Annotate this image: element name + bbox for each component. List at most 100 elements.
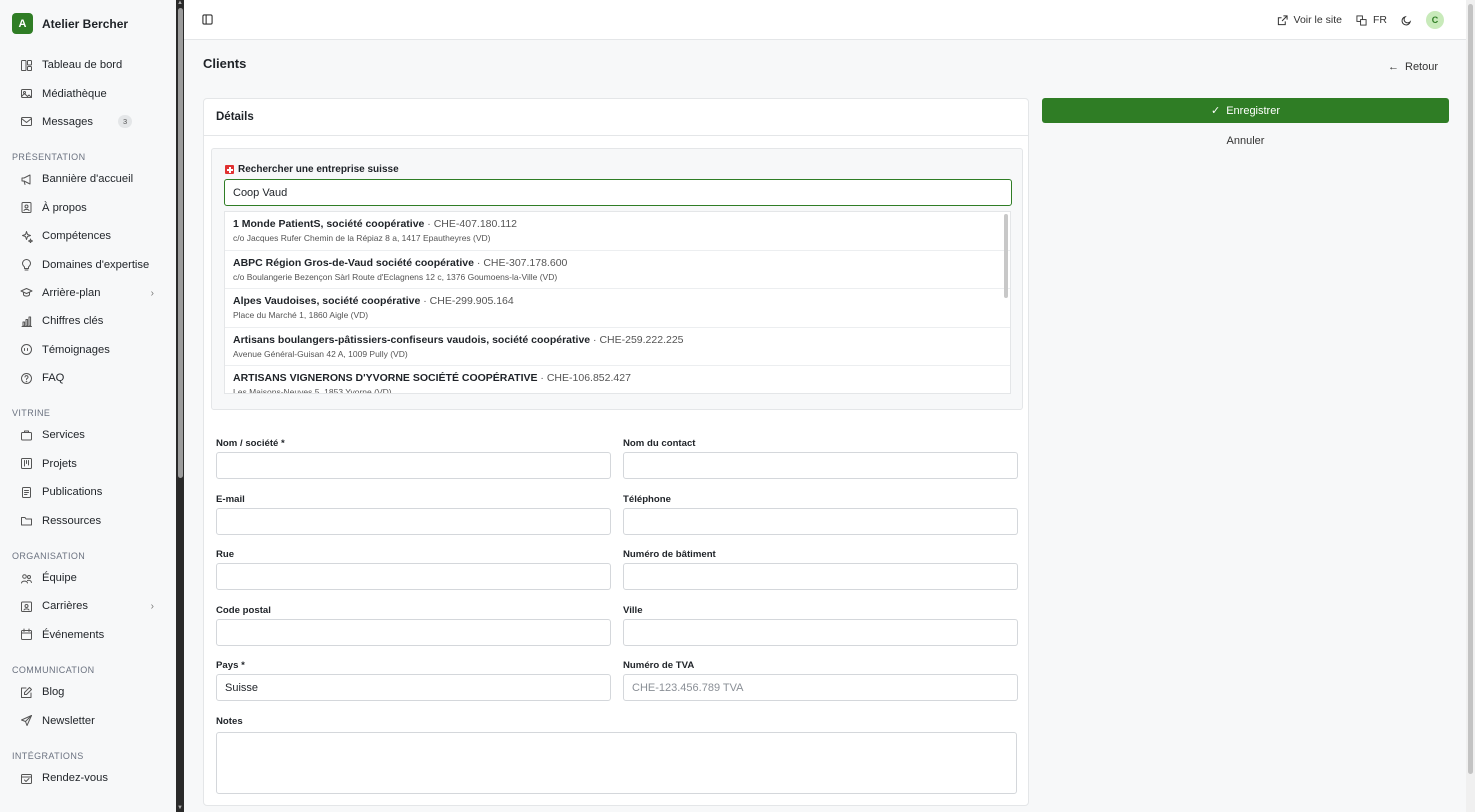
company-ide: · CHE-307.178.600 (473, 256, 568, 269)
street-input[interactable] (216, 563, 611, 590)
sidebar-section-title: PRÉSENTATION (12, 152, 86, 163)
vat-label: Numéro de TVA (623, 660, 695, 671)
mail-icon (20, 115, 33, 128)
view-site-link[interactable]: Voir le site (1277, 14, 1342, 26)
sidebar-item-tableau-de-bord[interactable]: Tableau de bord (0, 51, 176, 79)
search-label-text: Rechercher une entreprise suisse (238, 164, 399, 175)
sidebar-item-newsletter[interactable]: Newsletter (0, 706, 176, 734)
sidebar-item-banniere-d-accueil[interactable]: Bannière d'accueil (0, 165, 176, 193)
card-title: Détails (204, 99, 1028, 136)
back-label: Retour (1405, 61, 1439, 73)
sidebar-item-label: Chiffres clés (42, 315, 104, 328)
brand-name: Atelier Bercher (42, 16, 129, 31)
sidebar-item-evenements[interactable]: Événements (0, 621, 176, 649)
main-area: Voir le site FR C Clients ← Retour Détai… (184, 0, 1475, 812)
sidebar-item-ressources[interactable]: Ressources (0, 506, 176, 534)
sidebar-item-chiffres-cles[interactable]: Chiffres clés (0, 307, 176, 335)
back-button[interactable]: ← Retour (1388, 61, 1438, 73)
sidebar-item-label: FAQ (42, 372, 65, 385)
search-result-item[interactable]: ABPC Région Gros-de-Vaud société coopéra… (225, 251, 1010, 289)
brand-logo: A (12, 13, 33, 34)
sidebar-item-a-propos[interactable]: À propos (0, 194, 176, 222)
sidebar-item-competences[interactable]: Compétences (0, 222, 176, 250)
sidebar-item-carrieres[interactable]: Carrières › (0, 592, 176, 620)
city-label: Ville (623, 605, 643, 616)
sidebar-section-title: INTÉGRATIONS (12, 750, 84, 761)
phone-input[interactable] (623, 508, 1018, 535)
sidebar-item-mediatheque[interactable]: Médiathèque (0, 79, 176, 107)
sidebar-item-equipe[interactable]: Équipe (0, 564, 176, 592)
dashboard-icon (20, 59, 33, 72)
user-avatar[interactable]: C (1426, 11, 1444, 29)
sidebar-item-label: Publications (42, 486, 103, 499)
sidebar-item-publications[interactable]: Publications (0, 478, 176, 506)
theme-toggle[interactable] (1401, 15, 1412, 26)
search-label: Rechercher une entreprise suisse (225, 164, 399, 175)
brand[interactable]: A Atelier Bercher (12, 13, 128, 34)
company-address: Place du Marché 1, 1860 Aigle (VD) (233, 310, 369, 320)
company-name: 1 Monde PatientS, société coopérative (233, 218, 425, 230)
sidebar-toggle-icon[interactable] (202, 14, 213, 25)
country-input[interactable] (216, 674, 611, 701)
briefcase-icon (20, 429, 33, 442)
external-link-icon (1277, 14, 1288, 25)
sidebar-item-temoignages[interactable]: Témoignages (0, 336, 176, 364)
scroll-down-icon[interactable]: ▼ (176, 805, 184, 812)
arrow-left-icon: ← (1388, 61, 1399, 73)
sidebar-item-projets[interactable]: Projets (0, 450, 176, 478)
city-input[interactable] (623, 619, 1018, 646)
company-ide: · CHE-407.180.112 (424, 218, 517, 230)
lightbulb-icon (20, 258, 33, 271)
save-button[interactable]: ✓ Enregistrer (1042, 98, 1449, 123)
page-title: Clients (203, 56, 247, 71)
id-badge-icon (20, 600, 33, 613)
details-card: Détails Rechercher une entreprise suisse… (203, 98, 1029, 806)
search-result-item[interactable]: 1 Monde PatientS, société coopérative · … (225, 212, 1010, 251)
view-site-label: Voir le site (1293, 14, 1342, 26)
sidebar-item-label: Projets (42, 457, 77, 470)
search-results-list[interactable]: 1 Monde PatientS, société coopérative · … (224, 211, 1011, 394)
sidebar-item-services[interactable]: Services (0, 421, 176, 449)
sidebar: A Atelier Bercher Tableau de bord Médiath… (0, 0, 176, 812)
company-address: c/o Boulangerie Bezençon Sàrl Route d'Ec… (233, 271, 558, 282)
sidebar-item-messages[interactable]: Messages 3 (0, 108, 176, 136)
vat-input[interactable] (623, 674, 1018, 701)
sidebar-scrollbar-thumb[interactable] (177, 8, 183, 478)
notes-textarea[interactable] (216, 732, 1017, 794)
contact-input[interactable] (623, 452, 1018, 479)
sidebar-item-blog[interactable]: Blog (0, 678, 176, 706)
sidebar-item-label: Tableau de bord (42, 59, 123, 72)
results-scrollbar[interactable] (1004, 214, 1008, 298)
scroll-up-icon[interactable]: ▲ (176, 0, 184, 6)
company-ide: · CHE-106.852.427 (537, 372, 631, 384)
country-label: Pays * (216, 660, 245, 671)
sidebar-item-label: Newsletter (42, 714, 95, 727)
sidebar-item-domaines-d-expertise[interactable]: Domaines d'expertise (0, 250, 176, 278)
document-icon (20, 486, 33, 499)
company-search-input[interactable] (224, 179, 1012, 206)
chevron-right-icon: › (150, 287, 154, 299)
image-icon (20, 87, 33, 100)
contact-label: Nom du contact (623, 438, 696, 449)
sidebar-item-faq[interactable]: FAQ (0, 364, 176, 392)
name-input[interactable] (216, 452, 611, 479)
sidebar-item-label: Équipe (42, 572, 77, 585)
sidebar-item-rendez-vous[interactable]: Rendez-vous (0, 764, 176, 792)
zip-label: Code postal (216, 605, 271, 616)
sidebar-item-label: Services (42, 429, 85, 442)
sidebar-section-title: COMMUNICATION (12, 665, 95, 676)
email-label: E-mail (216, 494, 245, 505)
calendar-check-icon (20, 772, 33, 785)
sidebar-item-arriere-plan[interactable]: Arrière-plan › (0, 279, 176, 307)
building-input[interactable] (623, 563, 1018, 590)
cancel-button[interactable]: Annuler (1042, 133, 1449, 149)
search-result-item[interactable]: Alpes Vaudoises, société coopérative · C… (225, 289, 1010, 328)
users-icon (20, 572, 33, 585)
bar-chart-icon (20, 315, 33, 328)
language-switcher[interactable]: FR (1356, 14, 1387, 26)
email-input[interactable] (216, 508, 611, 535)
page-scrollbar-thumb[interactable] (1468, 4, 1473, 774)
search-result-item[interactable]: Artisans boulangers-pâtissiers-confiseur… (225, 328, 1010, 366)
zip-input[interactable] (216, 619, 611, 646)
search-result-item[interactable]: ARTISANS VIGNERONS D'YVORNE SOCIÉTÉ COOP… (225, 366, 1010, 393)
